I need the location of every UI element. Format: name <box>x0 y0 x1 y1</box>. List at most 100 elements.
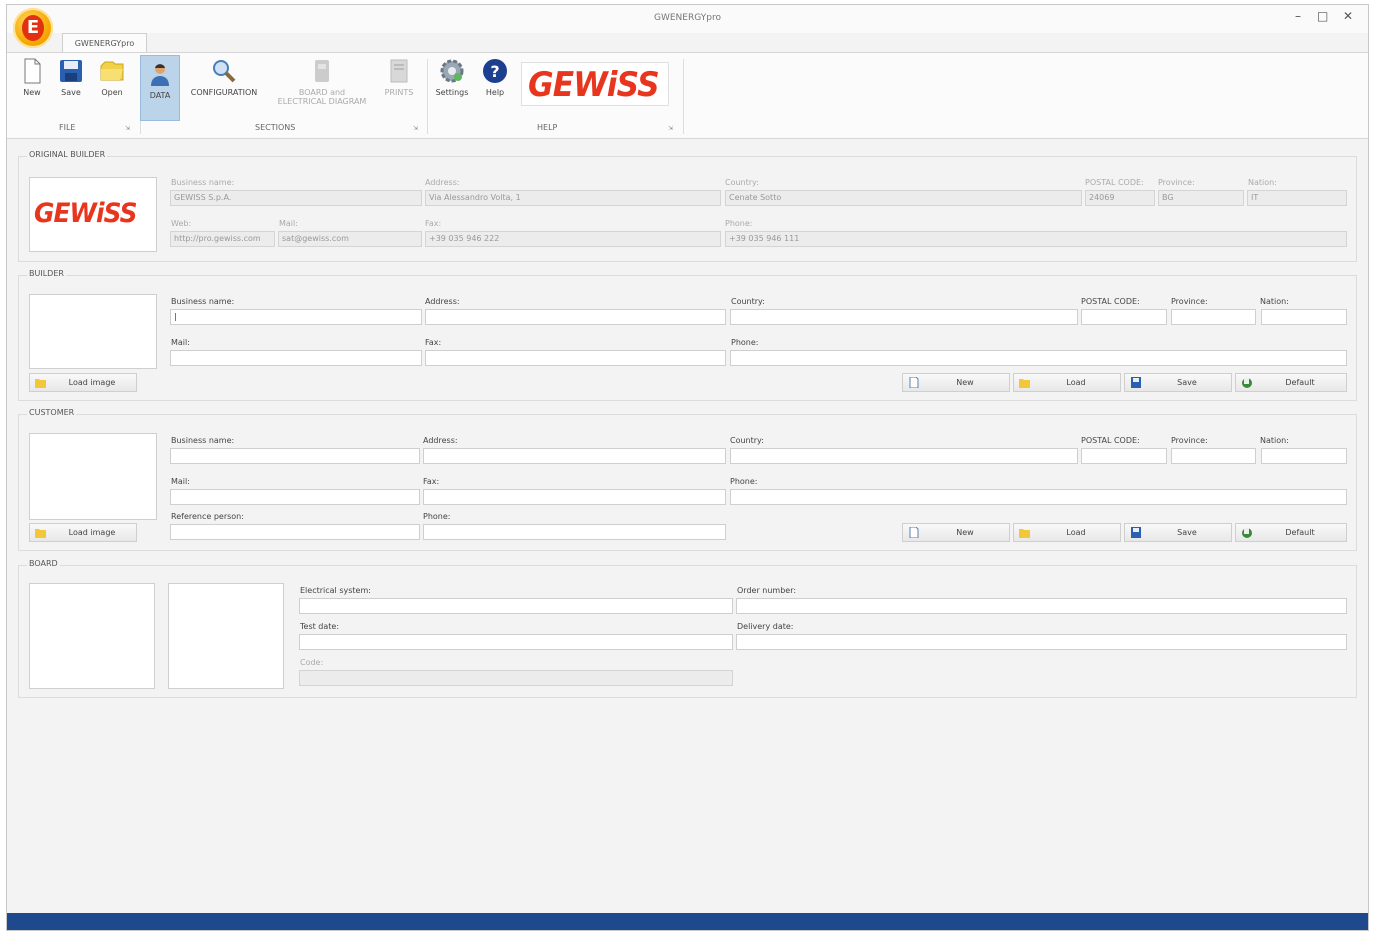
builder-province-input[interactable] <box>1171 309 1256 325</box>
label: Nation: <box>1260 297 1289 306</box>
builder-phone-input[interactable] <box>730 350 1347 366</box>
builder-load-button[interactable]: Load <box>1013 373 1121 392</box>
minimize-icon[interactable]: – <box>1295 9 1301 23</box>
label: Nation: <box>1260 436 1289 445</box>
new-document-icon <box>909 377 919 388</box>
customer-phone-input[interactable] <box>730 489 1347 505</box>
original-phone-field: +39 035 946 111 <box>725 231 1347 247</box>
label: Phone: <box>731 338 759 347</box>
builder-new-button[interactable]: New <box>902 373 1010 392</box>
gewiss-logo: GEWiSS <box>521 62 669 106</box>
builder-postal-code-input[interactable] <box>1081 309 1167 325</box>
customer-reference-phone-input[interactable] <box>423 524 726 540</box>
builder-mail-input[interactable] <box>170 350 422 366</box>
gewiss-logo-text: GEWiSS <box>528 65 660 105</box>
original-builder-logo: GEWiSS <box>29 177 157 252</box>
person-icon <box>151 64 169 86</box>
group-label-help: HELP <box>537 123 558 132</box>
open-button[interactable]: Open <box>95 57 129 97</box>
original-country-field: Cenate Sotto <box>725 190 1082 206</box>
customer-load-image-button[interactable]: Load image <box>29 523 137 542</box>
folder-icon <box>100 61 124 81</box>
status-bar <box>7 913 1368 930</box>
customer-save-button[interactable]: Save <box>1124 523 1232 542</box>
new-button[interactable]: New <box>15 57 49 97</box>
label: Mail: <box>171 338 190 347</box>
customer-nation-input[interactable] <box>1261 448 1347 464</box>
board-order-number-input[interactable] <box>736 598 1347 614</box>
label: Electrical system: <box>300 586 371 595</box>
group-label-sections: SECTIONS <box>255 123 296 132</box>
close-icon[interactable]: ✕ <box>1343 9 1353 23</box>
tab-board-electrical-diagram[interactable]: BOARD and ELECTRICAL DIAGRAM <box>267 57 377 106</box>
customer-new-button[interactable]: New <box>902 523 1010 542</box>
label: Country: <box>725 178 759 187</box>
tab-data[interactable]: DATA <box>140 55 180 121</box>
folder-open-icon <box>35 379 46 388</box>
settings-button[interactable]: Settings <box>432 57 472 97</box>
builder-country-input[interactable] <box>730 309 1078 325</box>
customer-postal-code-input[interactable] <box>1081 448 1167 464</box>
label: Delivery date: <box>737 622 794 631</box>
customer-legend: CUSTOMER <box>27 408 77 417</box>
help-button[interactable]: ? Help <box>479 57 511 97</box>
customer-default-button[interactable]: Default <box>1235 523 1347 542</box>
customer-load-button[interactable]: Load <box>1013 523 1121 542</box>
customer-country-input[interactable] <box>730 448 1078 464</box>
customer-fax-input[interactable] <box>423 489 726 505</box>
builder-address-input[interactable] <box>425 309 726 325</box>
original-fax-field: +39 035 946 222 <box>425 231 721 247</box>
original-business-name-field: GEWISS S.p.A. <box>170 190 422 206</box>
builder-default-button[interactable]: Default <box>1235 373 1347 392</box>
tab-gwenergypro[interactable]: GWENERGYpro <box>62 33 147 54</box>
magnifier-icon <box>213 60 236 83</box>
customer-mail-input[interactable] <box>170 489 420 505</box>
original-mail-field: sat@gewiss.com <box>278 231 422 247</box>
help-group-launcher-icon[interactable]: ⇲ <box>668 125 673 132</box>
new-document-icon <box>909 527 919 538</box>
customer-address-input[interactable] <box>423 448 726 464</box>
gear-icon <box>440 59 464 83</box>
application-menu-button[interactable]: E <box>13 8 53 48</box>
file-group-launcher-icon[interactable]: ⇲ <box>125 125 130 132</box>
board-code-field <box>299 670 733 686</box>
builder-business-name-input[interactable]: | <box>170 309 422 325</box>
sections-group-launcher-icon[interactable]: ⇲ <box>413 125 418 132</box>
original-province-field: BG <box>1158 190 1244 206</box>
save-button[interactable]: Save <box>54 57 88 97</box>
label: Fax: <box>423 477 440 486</box>
label: Test date: <box>300 622 340 631</box>
original-builder-legend: ORIGINAL BUILDER <box>27 150 108 159</box>
board-delivery-date-input[interactable] <box>736 634 1347 650</box>
label: Country: <box>730 436 764 445</box>
original-postal-code-field: 24069 <box>1085 190 1155 206</box>
tab-configuration[interactable]: CONFIGURATION <box>184 57 264 97</box>
floppy-disk-icon <box>60 60 82 82</box>
tab-prints[interactable]: PRINTS <box>379 57 419 97</box>
board-image-1 <box>29 583 155 689</box>
builder-save-button[interactable]: Save <box>1124 373 1232 392</box>
builder-load-image-button[interactable]: Load image <box>29 373 137 392</box>
label: Reference person: <box>171 512 244 521</box>
customer-province-input[interactable] <box>1171 448 1256 464</box>
label: Phone: <box>730 477 758 486</box>
label: Province: <box>1171 297 1208 306</box>
default-icon <box>1242 378 1252 388</box>
label: Business name: <box>171 297 235 306</box>
customer-reference-person-input[interactable] <box>170 524 420 540</box>
folder-icon <box>1019 529 1030 538</box>
original-address-field: Via Alessandro Volta, 1 <box>425 190 721 206</box>
board-electrical-system-input[interactable] <box>299 598 733 614</box>
label: Address: <box>423 436 458 445</box>
builder-fax-input[interactable] <box>425 350 726 366</box>
maximize-icon[interactable]: □ <box>1317 9 1328 23</box>
builder-nation-input[interactable] <box>1261 309 1347 325</box>
prints-icon <box>390 59 408 83</box>
ribbon: New Save Open FILE ⇲ DATA CONFIGURATION … <box>7 52 1368 139</box>
board-test-date-input[interactable] <box>299 634 733 650</box>
customer-group: CUSTOMER Load image Business name: Addre… <box>18 408 1357 551</box>
group-label-file: FILE <box>59 123 76 132</box>
label: POSTAL CODE: <box>1081 297 1140 306</box>
customer-business-name-input[interactable] <box>170 448 420 464</box>
board-image-2 <box>168 583 284 689</box>
